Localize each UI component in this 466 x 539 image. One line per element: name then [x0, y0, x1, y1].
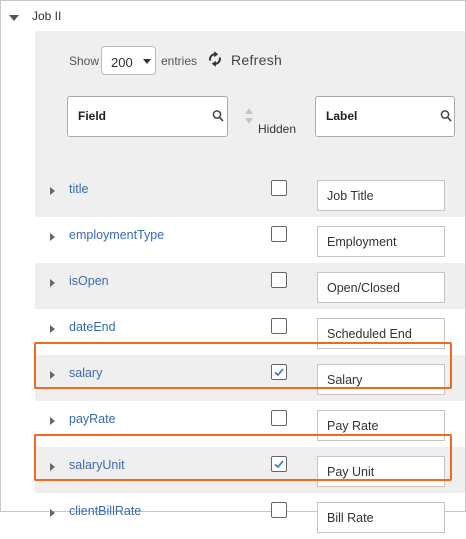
expand-row-caret-icon[interactable] [50, 279, 55, 287]
hidden-checkbox[interactable] [271, 502, 287, 518]
hidden-column-title[interactable]: Hidden [258, 122, 296, 136]
table-row: salaryUnit [35, 447, 465, 493]
label-input[interactable] [317, 410, 445, 441]
label-input[interactable] [317, 364, 445, 395]
label-input[interactable] [317, 226, 445, 257]
field-name-link[interactable]: payRate [69, 412, 116, 426]
entries-per-page-select[interactable]: 200 [101, 46, 156, 75]
section-title: Job II [32, 9, 62, 23]
refresh-icon [209, 51, 221, 67]
field-name-link[interactable]: clientBillRate [69, 504, 141, 518]
label-input[interactable] [317, 180, 445, 211]
field-name-link[interactable]: salary [69, 366, 102, 380]
search-icon [440, 110, 452, 122]
collapse-caret-icon[interactable] [9, 15, 19, 21]
hidden-checkbox[interactable] [271, 456, 287, 472]
table-row: employmentType [35, 217, 465, 263]
field-table-body: title employmentType isOpen dateEnd salary pa… [35, 171, 465, 539]
label-input[interactable] [317, 502, 445, 533]
search-icon [212, 110, 224, 122]
hidden-checkbox[interactable] [271, 272, 287, 288]
table-row: salary [35, 355, 465, 401]
expand-row-caret-icon[interactable] [50, 417, 55, 425]
entries-label: entries [161, 54, 198, 68]
field-name-link[interactable]: salaryUnit [69, 458, 125, 472]
hidden-checkbox[interactable] [271, 226, 287, 242]
expand-row-caret-icon[interactable] [50, 371, 55, 379]
field-column-title: Field [78, 109, 107, 123]
field-name-link[interactable]: dateEnd [69, 320, 116, 334]
label-input[interactable] [317, 456, 445, 487]
table-row: title [35, 171, 465, 217]
label-column-filter[interactable]: Label [315, 96, 455, 137]
refresh-label: Refresh [231, 52, 283, 68]
table-row: isOpen [35, 263, 465, 309]
check-icon [274, 368, 284, 377]
field-name-link[interactable]: isOpen [69, 274, 109, 288]
hidden-checkbox[interactable] [271, 364, 287, 380]
expand-row-caret-icon[interactable] [50, 187, 55, 195]
hidden-checkbox[interactable] [271, 410, 287, 426]
entries-select-value: 200 [111, 55, 133, 70]
label-input[interactable] [317, 318, 445, 349]
sort-icon[interactable] [244, 107, 254, 125]
chevron-down-icon [143, 59, 151, 64]
check-icon [274, 460, 284, 469]
refresh-button[interactable]: Refresh [207, 50, 317, 72]
expand-row-caret-icon[interactable] [50, 463, 55, 471]
label-input[interactable] [317, 272, 445, 303]
table-toolbar: Show 200 entries Refresh [35, 31, 465, 91]
expand-row-caret-icon[interactable] [50, 325, 55, 333]
table-header: Field Hidden Label [35, 91, 465, 171]
hidden-checkbox[interactable] [271, 318, 287, 334]
hidden-checkbox[interactable] [271, 180, 287, 196]
expand-row-caret-icon[interactable] [50, 509, 55, 517]
label-column-title: Label [326, 109, 358, 123]
table-row: dateEnd [35, 309, 465, 355]
window-frame: Job II Show 200 entries Refresh Field Hi… [0, 0, 466, 533]
section-header[interactable]: Job II [1, 1, 465, 31]
fields-panel: Show 200 entries Refresh Field Hidden La… [35, 31, 465, 533]
table-row: clientBillRate [35, 493, 465, 539]
field-name-link[interactable]: title [69, 182, 88, 196]
expand-row-caret-icon[interactable] [50, 233, 55, 241]
show-label: Show [69, 54, 100, 68]
field-column-filter[interactable]: Field [67, 96, 228, 137]
table-row: payRate [35, 401, 465, 447]
field-name-link[interactable]: employmentType [69, 228, 164, 242]
